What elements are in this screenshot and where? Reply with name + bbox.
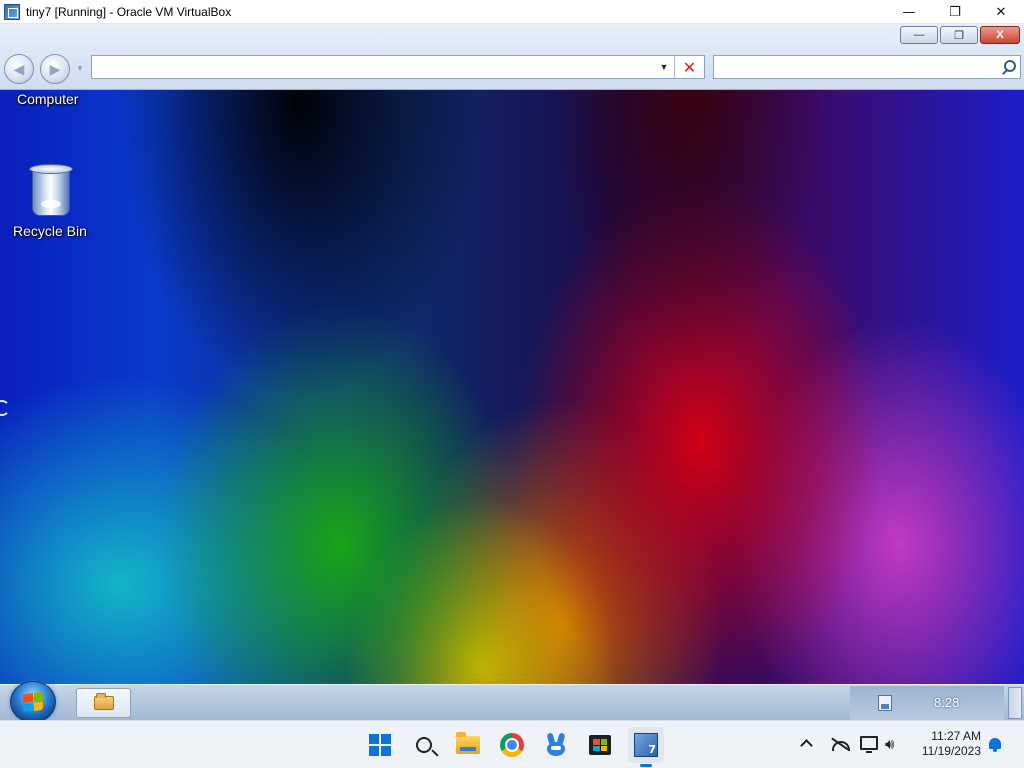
minimize-button[interactable]: — (886, 0, 932, 24)
chrome-icon (500, 733, 524, 757)
host-title-bar: tiny7 [Running] - Oracle VM VirtualBox —… (0, 0, 1024, 24)
search-icon (416, 737, 432, 753)
guest-window-controls: — ❐ X (900, 26, 1020, 44)
speaker-icon[interactable]: 🔊︎ (885, 736, 905, 752)
guest-minimize-button[interactable]: — (900, 26, 938, 44)
guest-restore-button[interactable]: ❐ (940, 26, 978, 44)
taskbar-windows-explorer-button[interactable] (76, 688, 131, 718)
chrome-button[interactable] (496, 729, 528, 761)
store-icon (589, 735, 611, 755)
file-explorer-icon (456, 732, 480, 754)
active-app-indicator (640, 764, 652, 767)
guest-taskbar: 8:28 (0, 681, 1024, 720)
host-date: 11/19/2023 (921, 744, 981, 758)
desktop-icon-recycle-bin-label[interactable]: Recycle Bin (13, 223, 87, 239)
window-title: tiny7 [Running] - Oracle VM VirtualBox (26, 4, 232, 19)
virtualbox-icon (634, 733, 658, 757)
busy-cursor-icon (0, 400, 10, 416)
address-input[interactable] (92, 56, 654, 78)
search-box (713, 55, 1021, 79)
show-desktop-button[interactable] (1008, 687, 1022, 719)
action-center-icon[interactable] (878, 695, 892, 711)
rabbit-app-button[interactable] (540, 729, 572, 761)
rabbit-icon (544, 732, 568, 757)
windows-logo-icon (369, 734, 391, 756)
address-bar: ▼ ✕ (91, 55, 705, 79)
guest-system-tray: 8:28 (850, 686, 1004, 720)
close-button[interactable]: ✕ (978, 0, 1024, 24)
bin-body (32, 169, 70, 216)
guest-clock[interactable]: 8:28 (934, 695, 959, 710)
network-disconnected-icon[interactable] (830, 737, 850, 751)
restore-button[interactable]: ❐ (932, 0, 978, 24)
folder-icon (93, 693, 114, 710)
guest-close-button[interactable]: X (980, 26, 1020, 44)
host-search-button[interactable] (408, 729, 440, 761)
guest-screen[interactable]: — ❐ X ◀ ▶ ▼ ▼ ✕ Computer Recycle Bin 8:2… (0, 24, 1024, 720)
guest-explorer-toolbar: — ❐ X ◀ ▶ ▼ ▼ ✕ (0, 24, 1024, 90)
forward-arrow-icon: ▶ (49, 60, 61, 77)
stop-icon[interactable]: ✕ (674, 56, 704, 78)
windows-flag-icon (23, 691, 43, 713)
recent-pages-dropdown-icon[interactable]: ▼ (76, 64, 84, 73)
virtualbox-app-icon[interactable] (4, 3, 20, 20)
search-icon[interactable] (998, 56, 1020, 78)
search-input[interactable] (714, 56, 998, 78)
virtualbox-vm-button[interactable] (628, 727, 664, 763)
microsoft-store-button[interactable] (584, 729, 616, 761)
host-time: 11:27 AM (931, 729, 981, 743)
bin-lid (29, 164, 73, 174)
recycle-bin-icon[interactable] (27, 164, 75, 218)
host-file-explorer-button[interactable] (452, 729, 484, 761)
host-clock[interactable]: 11:27 AM 11/19/2023 (915, 729, 981, 759)
chevron-up-icon[interactable] (800, 737, 812, 749)
desktop-icon-computer-label[interactable]: Computer (17, 91, 78, 107)
forward-button[interactable]: ▶ (40, 54, 70, 84)
host-taskbar: 🔊︎ 11:27 AM 11/19/2023 (0, 720, 1024, 768)
host-window-controls: — ❐ ✕ (886, 0, 1024, 24)
back-arrow-icon: ◀ (13, 60, 25, 77)
display-icon[interactable] (860, 736, 878, 753)
host-start-button[interactable] (364, 729, 396, 761)
guest-start-button[interactable] (10, 681, 56, 720)
notification-bell-icon[interactable] (988, 737, 1002, 753)
back-button[interactable]: ◀ (4, 54, 34, 84)
address-dropdown-icon[interactable]: ▼ (654, 56, 674, 78)
